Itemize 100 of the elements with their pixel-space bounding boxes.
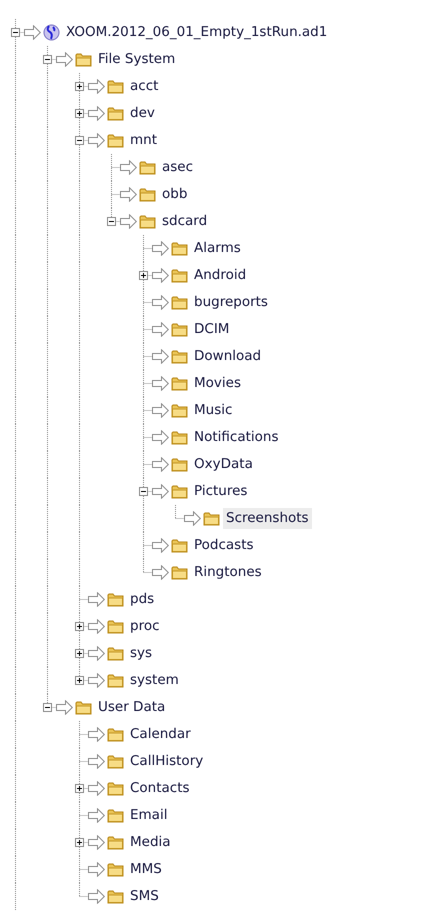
expand-icon[interactable] <box>75 82 84 91</box>
arrow-icon <box>152 403 169 418</box>
folder-icon <box>171 241 188 256</box>
tree-item[interactable]: DCIM <box>191 319 232 340</box>
arrow-icon <box>88 808 105 823</box>
arrow-icon <box>88 619 105 634</box>
expand-icon[interactable] <box>75 649 84 658</box>
arrow-icon <box>152 295 169 310</box>
tree-item[interactable]: XOOM.2012_06_01_Empty_1stRun.ad1 <box>63 22 330 43</box>
tree-item[interactable]: CallHistory <box>127 751 206 772</box>
collapse-icon[interactable] <box>75 136 84 145</box>
tree-item[interactable]: Alarms <box>191 238 244 259</box>
folder-icon <box>171 430 188 445</box>
tree-item[interactable]: OxyData <box>191 454 256 475</box>
arrow-icon <box>88 592 105 607</box>
tree-item[interactable]: system <box>127 670 182 691</box>
folder-icon <box>139 187 156 202</box>
arrow-icon <box>88 133 105 148</box>
arrow-icon <box>88 889 105 904</box>
folder-icon <box>171 484 188 499</box>
collapse-icon[interactable] <box>139 487 148 496</box>
tree-item[interactable]: mnt <box>127 130 160 151</box>
tree-item[interactable]: Music <box>191 400 236 421</box>
folder-icon <box>107 781 124 796</box>
collapse-icon[interactable] <box>43 55 52 64</box>
arrow-icon <box>152 322 169 337</box>
expand-icon[interactable] <box>75 838 84 847</box>
expand-icon[interactable] <box>75 622 84 631</box>
folder-icon <box>107 889 124 904</box>
tree-item[interactable]: acct <box>127 76 162 97</box>
arrow-icon <box>88 781 105 796</box>
arrow-icon <box>88 79 105 94</box>
tree-item[interactable]: sys <box>127 643 156 664</box>
arrow-icon <box>152 349 169 364</box>
tree-item[interactable]: Media <box>127 832 174 853</box>
tree-item[interactable]: SMS <box>127 886 162 907</box>
arrow-icon <box>120 187 137 202</box>
tree-item[interactable]: Android <box>191 265 250 286</box>
folder-icon <box>171 349 188 364</box>
folder-icon <box>107 754 124 769</box>
arrow-icon <box>152 268 169 283</box>
tree-item[interactable]: asec <box>159 157 196 178</box>
expand-icon[interactable] <box>75 784 84 793</box>
tree-item[interactable]: Movies <box>191 373 244 394</box>
expand-icon[interactable] <box>75 109 84 118</box>
folder-icon <box>107 727 124 742</box>
expand-icon[interactable] <box>75 676 84 685</box>
collapse-icon[interactable] <box>107 217 116 226</box>
tree-item[interactable]: Notifications <box>191 427 282 448</box>
tree-item[interactable]: File System <box>95 49 178 70</box>
tree-item[interactable]: Screenshots <box>223 508 312 529</box>
folder-icon <box>203 511 220 526</box>
folder-icon <box>107 106 124 121</box>
arrow-icon <box>184 511 201 526</box>
folder-icon <box>107 862 124 877</box>
folder-icon <box>107 592 124 607</box>
collapse-icon[interactable] <box>11 28 20 37</box>
tree-item[interactable]: Email <box>127 805 170 826</box>
expand-icon[interactable] <box>139 271 148 280</box>
tree-item[interactable]: dev <box>127 103 158 124</box>
arrow-icon <box>88 646 105 661</box>
collapse-icon[interactable] <box>43 703 52 712</box>
folder-icon <box>171 376 188 391</box>
arrow-icon <box>152 484 169 499</box>
arrow-icon <box>88 754 105 769</box>
folder-icon <box>139 160 156 175</box>
arrow-icon <box>120 160 137 175</box>
tree-item[interactable]: Download <box>191 346 264 367</box>
arrow-icon <box>88 862 105 877</box>
arrow-icon <box>152 376 169 391</box>
folder-icon <box>171 457 188 472</box>
tree-item[interactable]: MMS <box>127 859 165 880</box>
tree-item[interactable]: Calendar <box>127 724 194 745</box>
arrow-icon <box>152 457 169 472</box>
globe-icon <box>43 24 60 41</box>
tree-item[interactable]: obb <box>159 184 190 205</box>
tree-item[interactable]: User Data <box>95 697 168 718</box>
arrow-icon <box>152 430 169 445</box>
arrow-icon <box>56 52 73 67</box>
tree-item[interactable]: Podcasts <box>191 535 257 556</box>
tree-item[interactable]: pds <box>127 589 158 610</box>
arrow-icon <box>88 835 105 850</box>
arrow-icon <box>152 565 169 580</box>
tree-item[interactable]: sdcard <box>159 211 210 232</box>
folder-icon <box>107 673 124 688</box>
folder-icon <box>171 565 188 580</box>
folder-icon <box>107 619 124 634</box>
arrow-icon <box>152 538 169 553</box>
folder-icon <box>171 268 188 283</box>
tree-item[interactable]: Contacts <box>127 778 193 799</box>
tree-item[interactable]: Pictures <box>191 481 250 502</box>
folder-icon <box>171 403 188 418</box>
tree-item[interactable]: Ringtones <box>191 562 265 583</box>
folder-icon <box>139 214 156 229</box>
folder-icon <box>171 322 188 337</box>
folder-icon <box>171 295 188 310</box>
tree-item[interactable]: proc <box>127 616 163 637</box>
arrow-icon <box>24 25 41 40</box>
tree-item[interactable]: bugreports <box>191 292 271 313</box>
arrow-icon <box>120 214 137 229</box>
